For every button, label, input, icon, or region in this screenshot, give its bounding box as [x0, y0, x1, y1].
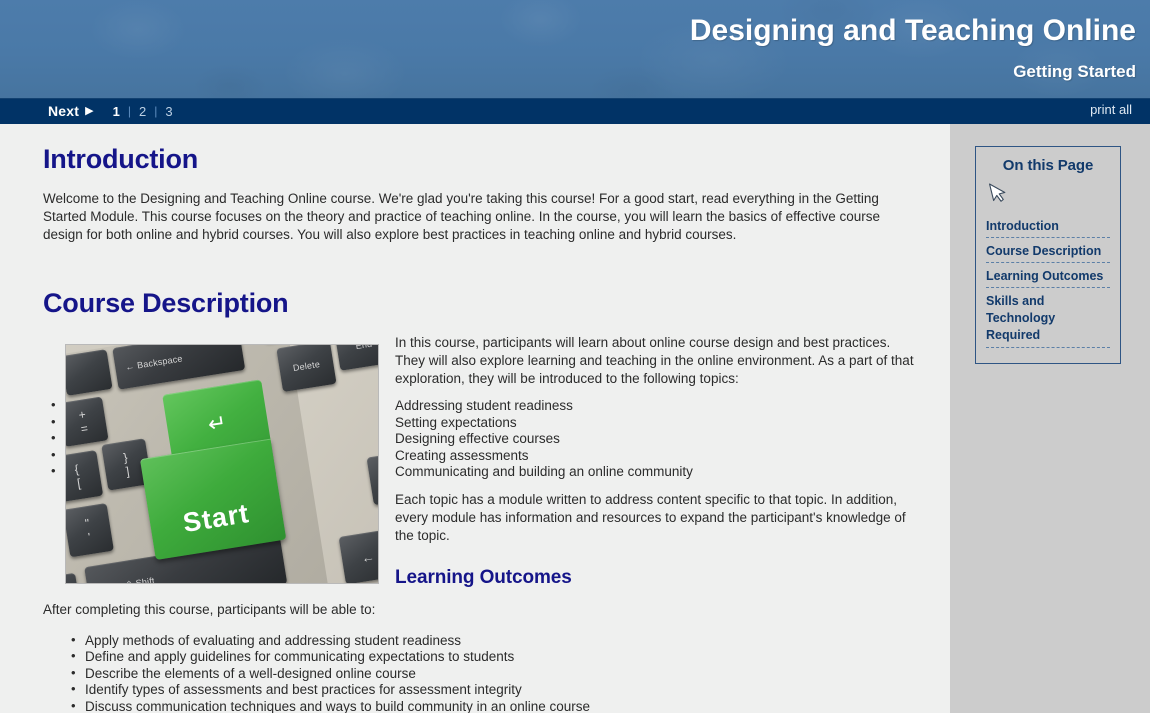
page-link-1[interactable]: 1	[106, 104, 127, 119]
topics-list: Addressing student readiness Setting exp…	[43, 397, 922, 481]
learning-outcomes-list: Apply methods of evaluating and addressi…	[43, 632, 922, 713]
on-this-page-title: On this Page	[1002, 157, 1094, 174]
sidebar-link-introduction[interactable]: Introduction	[986, 216, 1110, 238]
list-item: Communicating and building an online com…	[51, 463, 922, 481]
key-question: ?	[66, 572, 83, 583]
next-button[interactable]: Next	[48, 103, 79, 119]
list-item: Discuss communication techniques and way…	[71, 698, 922, 713]
list-item: Designing effective courses	[51, 430, 922, 448]
main-content: Introduction Welcome to the Designing an…	[0, 124, 950, 713]
right-sidebar: On this Page Introduction Course Descrip…	[950, 124, 1150, 713]
key-start-label: Start	[180, 498, 252, 539]
arrow-left-icon: ←	[124, 361, 136, 373]
page-subtitle: Getting Started	[1013, 62, 1136, 81]
page-link-2[interactable]: 2	[132, 104, 153, 119]
sidebar-link-course-description[interactable]: Course Description	[986, 241, 1110, 263]
paragraph-learning-outcomes: After completing this course, participan…	[43, 601, 376, 617]
play-triangle-icon[interactable]: ▶	[85, 105, 93, 117]
nav-left-group: Next ▶ 1 | 2 | 3	[48, 98, 180, 124]
key-blank	[66, 349, 113, 396]
page-header: Designing and Teaching Online Getting St…	[0, 0, 1150, 98]
print-all-link[interactable]: print all	[1090, 102, 1132, 117]
heading-course-description: Course Description	[43, 288, 289, 318]
sidebar-link-skills-line1: Skills and	[986, 294, 1045, 308]
page-link-3[interactable]: 3	[158, 104, 179, 119]
key-backspace-label: ← Backspace	[124, 353, 184, 373]
sidebar-link-skills-technology-required[interactable]: Skills and Technology Required	[986, 291, 1110, 348]
key-shift-label: Shift	[134, 575, 156, 584]
list-item: Creating assessments	[51, 447, 922, 465]
list-item: Describe the elements of a well-designed…	[71, 665, 922, 683]
content-inner: Introduction Welcome to the Designing an…	[0, 124, 950, 713]
key-arrow-left: ←	[338, 529, 378, 583]
key-end-label: End	[354, 344, 373, 352]
list-item: Define and apply guidelines for communic…	[71, 648, 922, 666]
mouse-pointer-icon	[988, 180, 1010, 206]
key-single-quote-label: '	[87, 530, 92, 545]
sidebar-link-skills-line2: Technology Required	[986, 311, 1056, 342]
page-body: Introduction Welcome to the Designing an…	[0, 124, 1150, 713]
arrow-left-key-icon: ←	[360, 548, 376, 566]
key-delete-label: Delete	[292, 359, 321, 374]
list-item: Identify types of assessments and best p…	[71, 681, 922, 699]
sidebar-link-learning-outcomes[interactable]: Learning Outcomes	[986, 266, 1110, 288]
list-item: Apply methods of evaluating and addressi…	[71, 632, 922, 650]
page-title: Designing and Teaching Online	[689, 14, 1136, 47]
key-delete: Delete	[276, 345, 337, 393]
on-this-page-box: On this Page Introduction Course Descrip…	[975, 146, 1121, 364]
list-item: Addressing student readiness	[51, 397, 922, 415]
key-double-quote-label: "	[84, 516, 91, 531]
shift-arrow-icon: ⇧	[124, 578, 134, 584]
key-backspace: ← Backspace	[112, 345, 246, 390]
paragraph-introduction: Welcome to the Designing and Teaching On…	[43, 191, 880, 242]
heading-introduction: Introduction	[43, 144, 199, 174]
list-item: Setting expectations	[51, 414, 922, 432]
navigation-bar: Next ▶ 1 | 2 | 3 print all	[0, 98, 1150, 124]
key-quotes: " '	[66, 503, 114, 558]
